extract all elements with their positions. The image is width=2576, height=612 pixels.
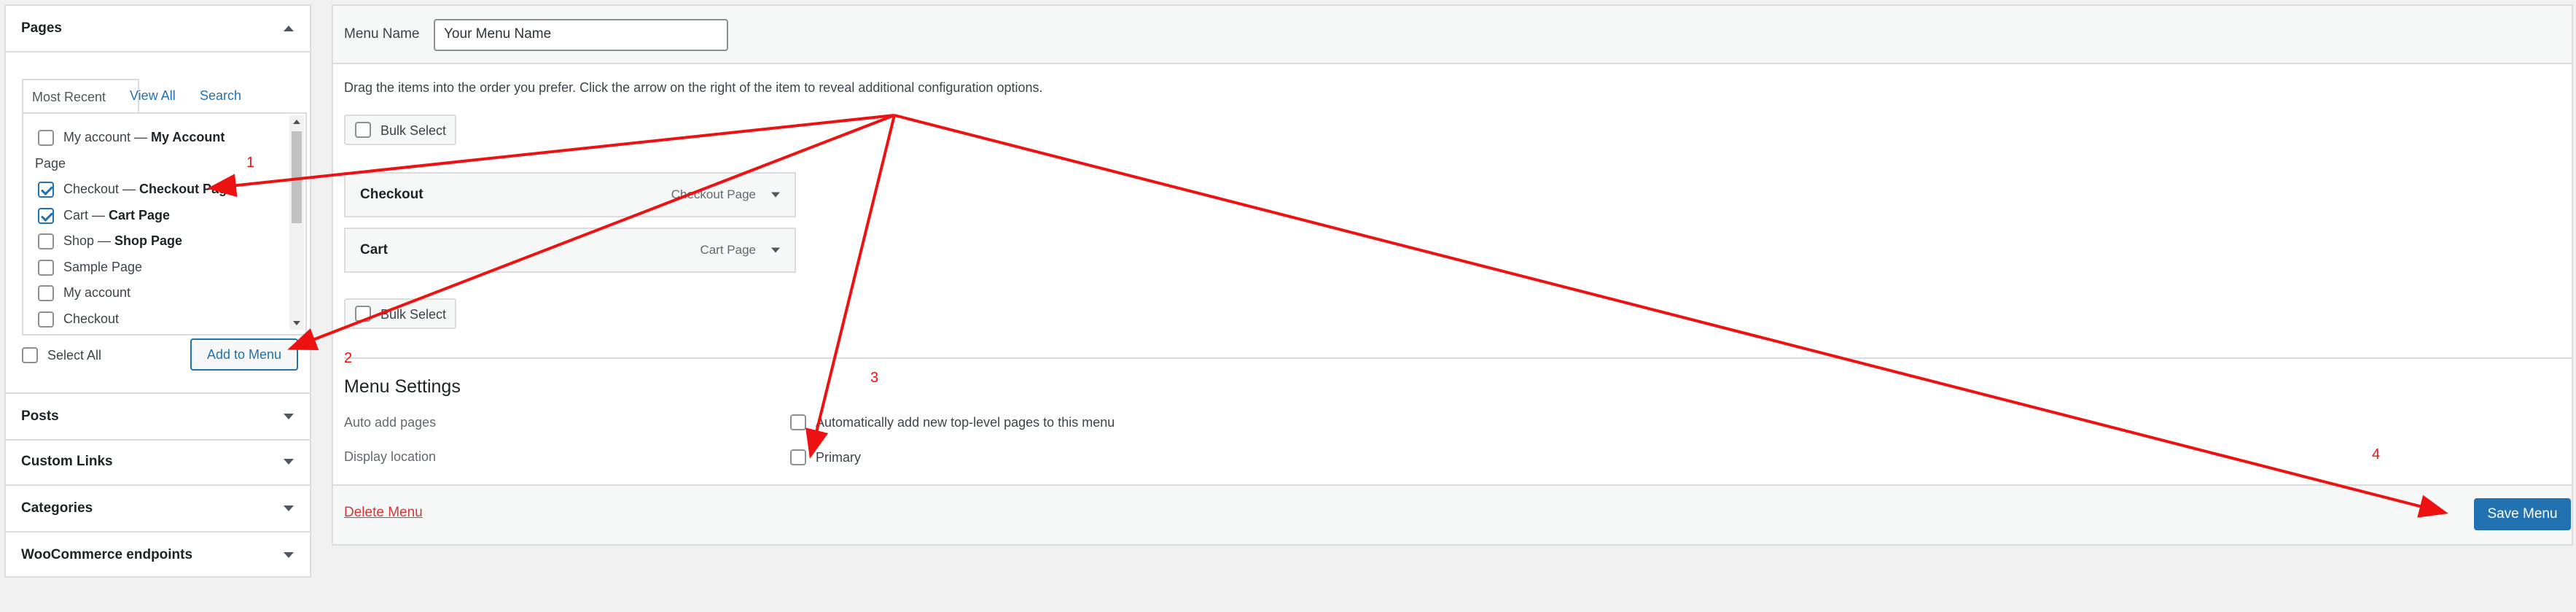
- annotation-arrow-2: [287, 114, 895, 350]
- annotation-number-2: 2: [344, 350, 353, 366]
- annotation-overlay: [207, 114, 2448, 518]
- annotation-arrow-1: [207, 114, 895, 198]
- annotation-arrow-3: [805, 115, 896, 459]
- annotation-arrow-4: [894, 114, 2448, 518]
- annotation-number-1: 1: [246, 155, 255, 171]
- annotation-number-3: 3: [870, 370, 879, 386]
- annotation-number-4: 4: [2372, 446, 2381, 462]
